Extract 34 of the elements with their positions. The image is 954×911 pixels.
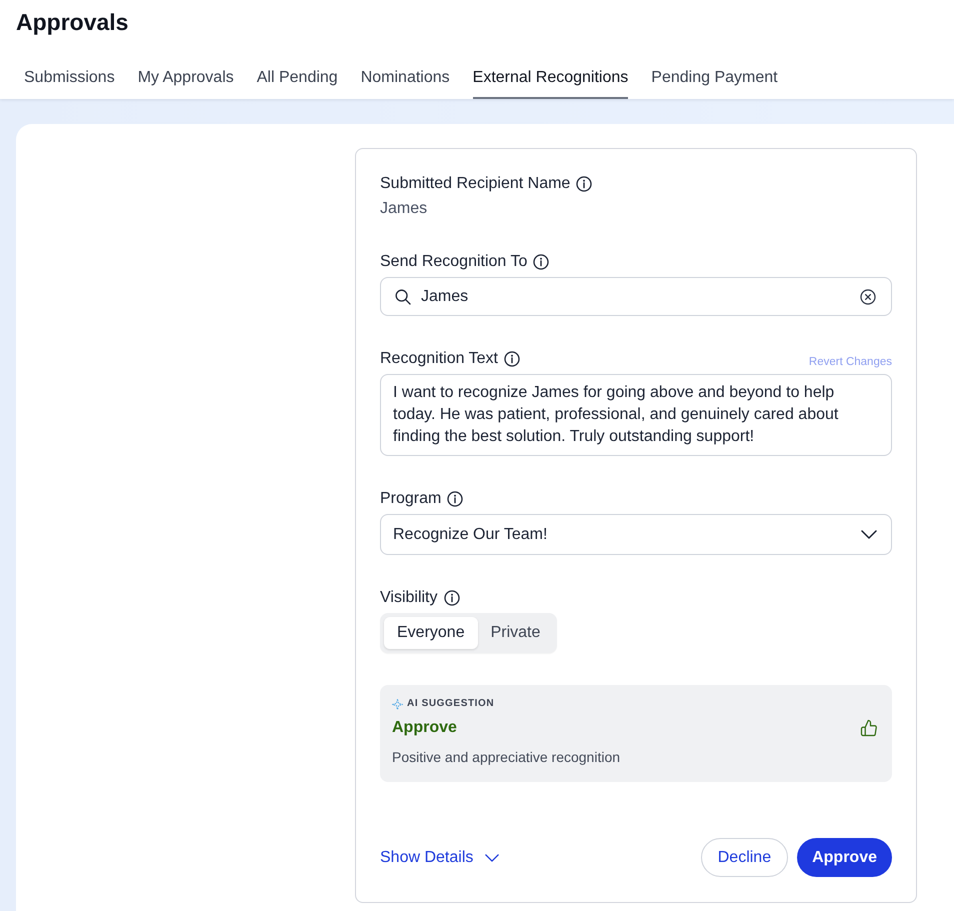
info-icon[interactable]: [504, 351, 520, 367]
field-label: Program: [380, 489, 442, 509]
suggestion-heading: AI SUGGESTION: [407, 697, 494, 711]
search-field[interactable]: James: [380, 277, 892, 316]
visibility-option[interactable]: Private: [478, 617, 554, 649]
info-icon[interactable]: [533, 254, 550, 270]
tab[interactable]: All Pending: [256, 59, 338, 99]
decline-button[interactable]: Decline: [700, 838, 788, 877]
approve-button[interactable]: Approve: [797, 838, 892, 877]
field-label: Visibility: [380, 588, 438, 608]
info-icon[interactable]: [576, 176, 592, 192]
visibility-option[interactable]: Everyone: [384, 617, 478, 649]
field-label: Send Recognition To: [380, 252, 528, 272]
recognition-text-field[interactable]: I want to recognize James for going above and beyond to help today. He was patient, professional, and genuinely cared about finding the best solution. Truly outstanding support!: [380, 374, 892, 456]
program-select[interactable]: Recognize Our Team!: [380, 514, 892, 555]
tab[interactable]: Submissions: [24, 59, 115, 99]
suggestion-reason: Positive and appreciative recognition: [392, 748, 620, 767]
tab[interactable]: Pending Payment: [651, 59, 778, 99]
suggestion-verdict: Approve: [392, 718, 457, 738]
tab[interactable]: My Approvals: [138, 59, 234, 99]
page-title: Approvals: [16, 10, 128, 34]
clear-icon[interactable]: [860, 288, 876, 304]
search-icon: [395, 288, 411, 304]
show-details-link[interactable]: Show Details: [380, 848, 500, 868]
info-icon[interactable]: [447, 491, 464, 507]
chevron-down-icon: [861, 530, 877, 539]
field-label: Submitted Recipient Name: [380, 174, 570, 194]
field-label: Recognition Text: [380, 349, 498, 369]
chevron-down-icon: [485, 854, 500, 862]
info-icon[interactable]: [444, 590, 460, 606]
recipient-name: James: [380, 199, 428, 219]
thumbs-up-icon[interactable]: [860, 719, 878, 737]
tab[interactable]: Nominations: [360, 59, 450, 99]
sparkle-icon: [392, 698, 403, 710]
